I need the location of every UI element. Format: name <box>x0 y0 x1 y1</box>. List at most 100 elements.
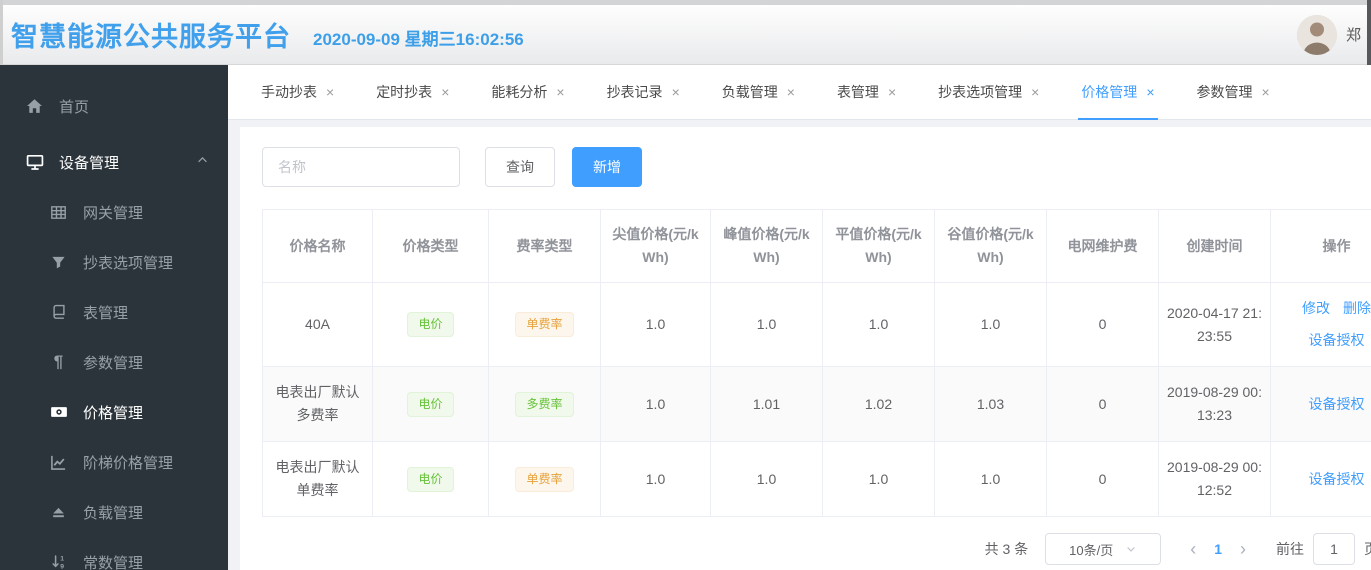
col-actions-header: 操作 <box>1270 209 1371 283</box>
cell-peak: 1.0 <box>710 441 823 517</box>
avatar[interactable] <box>1296 14 1337 55</box>
price-type-badge: 电价 <box>407 466 454 492</box>
chevron-up-icon[interactable] <box>196 154 209 171</box>
page-unit-label: 页 <box>1364 539 1371 559</box>
sidebar-item-meter-management[interactable]: 表管理 <box>0 287 228 337</box>
window-left-edge <box>0 0 3 65</box>
sidebar-item-load-management[interactable]: 负载管理 <box>0 487 228 537</box>
cell-created: 2019-08-29 00:13:23 <box>1158 366 1271 442</box>
close-tab-icon[interactable]: × <box>787 84 795 100</box>
row-actions: 修改 删除设备授权 <box>1279 297 1371 352</box>
next-page-button[interactable]: › <box>1228 540 1258 558</box>
cell-price_type: 电价 <box>372 366 489 442</box>
sidebar-item-tiered-price-management[interactable]: 阶梯价格管理 <box>0 437 228 487</box>
cell-grid_fee: 0 <box>1046 441 1159 517</box>
main-area: 手动抄表 × 定时抄表 × 能耗分析 × 抄表记录 × 负载管理 × 表管理 × 抄表选项管理 × 价格管理… <box>228 65 1371 570</box>
action-device-auth-link[interactable]: 设备授权 <box>1309 468 1365 491</box>
price-table-body: 40A 电价 单费率 1.0 1.0 1.0 1.0 0 2020-04-17 21:23:55… <box>262 282 1371 517</box>
cell-actions: 修改 删除设备授权 <box>1270 282 1371 367</box>
tab-read-options-management[interactable]: 抄表选项管理 × <box>917 65 1060 120</box>
action-device-auth-link[interactable]: 设备授权 <box>1309 329 1365 352</box>
rate-type-badge: 单费率 <box>515 312 574 337</box>
sidebar-item-label: 抄表选项管理 <box>83 254 174 272</box>
action-device-auth-link[interactable]: 设备授权 <box>1309 393 1365 416</box>
close-tab-icon[interactable]: × <box>1262 84 1270 100</box>
tab-manual-read[interactable]: 手动抄表 × <box>240 65 355 120</box>
close-tab-icon[interactable]: × <box>441 84 449 100</box>
tab-price-management[interactable]: 价格管理 × <box>1060 65 1175 120</box>
close-tab-icon[interactable]: × <box>326 84 334 100</box>
cell-grid_fee: 0 <box>1046 366 1159 442</box>
sidebar-item-price-management[interactable]: 价格管理 <box>0 387 228 437</box>
page-size-select[interactable]: 10条/页 <box>1045 533 1162 565</box>
tab-label: 定时抄表 <box>376 84 433 100</box>
tab-energy-analysis[interactable]: 能耗分析 × <box>470 65 585 120</box>
cell-actions: 设备授权 <box>1270 441 1371 517</box>
tab-label: 价格管理 <box>1081 84 1138 100</box>
cell-flat: 1.0 <box>822 282 935 367</box>
cell-valley: 1.0 <box>934 441 1047 517</box>
sidebar-item-label: 阶梯价格管理 <box>83 454 174 472</box>
sidebar-item-gateway-management[interactable]: 网关管理 <box>0 187 228 237</box>
close-tab-icon[interactable]: × <box>672 84 680 100</box>
tab-label: 手动抄表 <box>261 84 317 100</box>
tab-parameter-management[interactable]: 参数管理 × <box>1176 65 1291 120</box>
eject-icon <box>49 505 68 520</box>
grid-icon <box>49 204 68 221</box>
username-label: 郑 <box>1345 27 1361 44</box>
action-edit-link[interactable]: 修改 <box>1302 297 1330 320</box>
price-type-badge: 电价 <box>407 391 454 417</box>
col-created-header: 创建时间 <box>1158 209 1271 283</box>
table-row: 电表出厂默认单费率 电价 单费率 1.0 1.0 1.0 1.0 0 2019-08-29 00… <box>262 441 1371 517</box>
tab-label: 能耗分析 <box>491 84 548 100</box>
col-rate_type-header: 费率类型 <box>488 209 601 283</box>
cell-name: 40A <box>262 282 373 367</box>
search-input[interactable] <box>262 147 460 187</box>
tab-read-records[interactable]: 抄表记录 × <box>586 65 701 120</box>
sidebar-item-meter-read-options-management[interactable]: 抄表选项管理 <box>0 237 228 287</box>
cell-sharp: 1.0 <box>600 441 711 517</box>
sidebar-item-home[interactable]: 首页 <box>0 81 228 131</box>
tab-load-management[interactable]: 负载管理 × <box>701 65 816 120</box>
prev-page-button[interactable]: ‹ <box>1178 540 1208 558</box>
sidebar-item-label: 首页 <box>59 98 90 116</box>
price-table-head: 价格名称 价格类型 费率类型 尖值价格(元/kWh) 峰值价格(元/kWh) 平值价格(元… <box>262 209 1371 283</box>
cell-created: 2020-04-17 21:23:55 <box>1158 282 1271 367</box>
close-tab-icon[interactable]: × <box>888 84 896 100</box>
table-row: 电表出厂默认多费率 电价 多费率 1.0 1.01 1.02 1.03 0 2019-08-29… <box>262 366 1371 442</box>
action-delete-link[interactable]: 删除 <box>1343 297 1371 320</box>
sidebar-item-label: 负载管理 <box>83 504 144 522</box>
tab-meter-management[interactable]: 表管理 × <box>816 65 917 120</box>
svg-text:1: 1 <box>60 556 64 563</box>
goto-label: 前往 <box>1276 541 1304 557</box>
tab-label: 参数管理 <box>1196 84 1253 100</box>
sidebar-item-label: 网关管理 <box>83 204 144 222</box>
tab-label: 抄表记录 <box>606 84 663 100</box>
sidebar-item-parameter-management[interactable]: ¶ 参数管理 <box>0 337 228 387</box>
sidebar-item-device-management[interactable]: 设备管理 <box>0 137 228 187</box>
query-button[interactable]: 查询 <box>485 147 555 187</box>
sidebar-item-label: 价格管理 <box>83 404 144 422</box>
window-right-edge <box>1367 0 1371 65</box>
price-panel: 查询 新增 价格名称价格类型费率类型尖值价格(元/kWh)峰值价格(元/kWh)… <box>240 127 1371 570</box>
sidebar-item-label: 常数管理 <box>83 554 144 570</box>
close-tab-icon[interactable]: × <box>1031 84 1039 100</box>
tab-bar: 手动抄表 × 定时抄表 × 能耗分析 × 抄表记录 × 负载管理 × 表管理 × 抄表选项管理 × 价格管理… <box>228 65 1371 120</box>
cell-peak: 1.0 <box>710 282 823 367</box>
tab-scheduled-read[interactable]: 定时抄表 × <box>355 65 470 120</box>
sidebar-item-constant-management[interactable]: 1 9 常数管理 <box>0 537 228 570</box>
cell-valley: 1.03 <box>934 366 1047 442</box>
sidebar-item-label: 设备管理 <box>59 154 120 172</box>
app-window: 智慧能源公共服务平台 2020-09-09 星期三16:02:56 郑 首页 设备… <box>0 0 1371 570</box>
page-number-1[interactable]: 1 <box>1208 541 1228 557</box>
cell-sharp: 1.0 <box>600 282 711 367</box>
close-tab-icon[interactable]: × <box>556 84 564 100</box>
row-actions: 设备授权 <box>1279 393 1371 416</box>
col-flat-header: 平值价格(元/kWh) <box>822 209 935 283</box>
rate-type-badge: 多费率 <box>515 391 574 417</box>
close-tab-icon[interactable]: × <box>1146 84 1154 100</box>
user-area[interactable]: 郑 <box>1296 14 1361 55</box>
add-button[interactable]: 新增 <box>572 147 642 187</box>
sidebar-item-label: 参数管理 <box>83 354 144 372</box>
goto-page-input[interactable] <box>1313 533 1355 565</box>
